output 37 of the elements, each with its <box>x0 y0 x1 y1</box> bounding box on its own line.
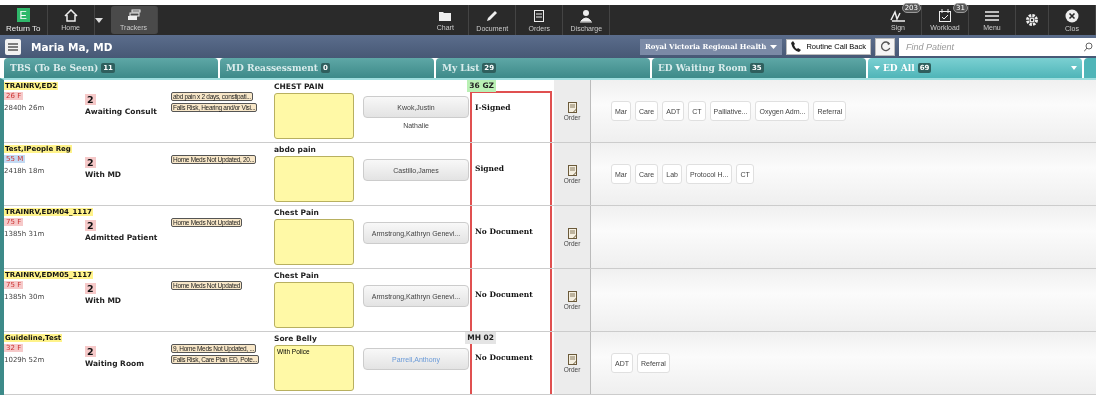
note-field[interactable] <box>274 282 354 328</box>
home-icon <box>63 9 78 22</box>
user-name: Maria Ma, MD <box>31 40 113 53</box>
acuity-badge: 2 <box>85 220 96 231</box>
tab-edge[interactable] <box>1084 58 1096 78</box>
refresh-button[interactable] <box>875 37 895 56</box>
person-icon <box>579 8 594 23</box>
phone-icon <box>791 41 802 52</box>
calendar-icon <box>938 9 952 22</box>
caret-icon <box>874 66 880 70</box>
order-form-icon <box>567 227 577 239</box>
note-field[interactable] <box>274 156 354 202</box>
order-form-icon <box>567 353 577 365</box>
note-field[interactable] <box>274 93 354 139</box>
folder-icon <box>438 9 453 22</box>
order-form-icon <box>567 101 577 113</box>
acuity-badge: 2 <box>85 157 96 168</box>
clipboard-icon <box>533 8 546 23</box>
acuity-badge: 2 <box>85 94 96 105</box>
menu-icon[interactable] <box>5 38 21 55</box>
note-field[interactable] <box>274 219 354 265</box>
signature-icon <box>890 9 906 22</box>
refresh-icon <box>879 41 891 52</box>
order-form-icon <box>567 164 577 176</box>
app-logo-icon: E <box>16 7 30 22</box>
stack-icon <box>126 9 141 22</box>
caret-icon[interactable] <box>94 17 103 23</box>
acuity-badge: 2 <box>85 283 96 294</box>
close-icon <box>1065 8 1079 23</box>
caret-icon <box>770 44 778 49</box>
pencil-icon <box>485 8 500 23</box>
caret-icon <box>1071 66 1077 70</box>
order-form-icon <box>567 290 577 302</box>
settings-icon <box>1025 13 1039 27</box>
search-icon <box>1084 41 1093 52</box>
menu-icon <box>985 9 999 22</box>
acuity-badge: 2 <box>85 346 96 357</box>
